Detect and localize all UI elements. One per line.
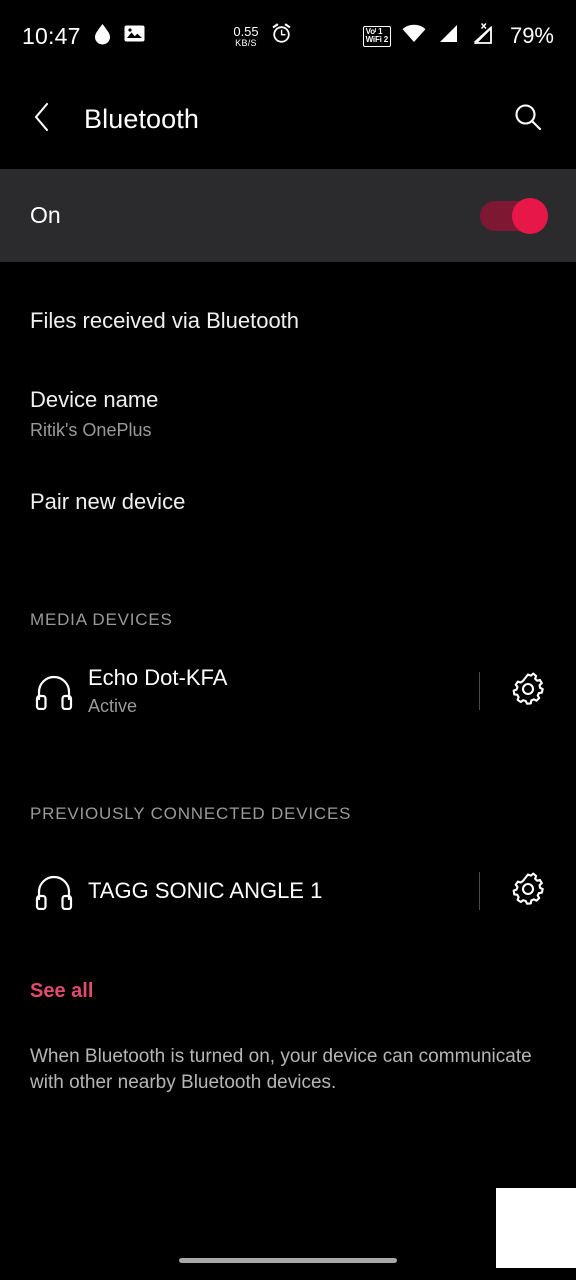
device-info: TAGG SONIC ANGLE 1: [88, 878, 479, 904]
bluetooth-footer-note: When Bluetooth is turned on, your device…: [30, 1046, 532, 1093]
section-header-previously-connected: PREVIOUSLY CONNECTED DEVICES: [30, 804, 352, 823]
device-row-tagg-sonic[interactable]: TAGG SONIC ANGLE 1: [0, 854, 576, 928]
network-speed-unit: KB/S: [235, 37, 257, 48]
cellular-no-service-icon: [470, 22, 496, 50]
back-button[interactable]: [22, 99, 62, 139]
device-name-value: Ritik's OnePlus: [30, 420, 152, 440]
device-name-text: Echo Dot-KFA: [88, 665, 228, 690]
pair-new-device-item[interactable]: Pair new device: [0, 489, 576, 515]
device-settings-button[interactable]: [506, 869, 550, 913]
search-icon: [512, 101, 544, 138]
pair-new-device-label: Pair new device: [30, 489, 186, 514]
vowifi-icon: Voᴵ 1 WiFi 2: [362, 25, 391, 47]
white-overlay-box: [496, 1188, 576, 1268]
bluetooth-toggle-label: On: [30, 202, 61, 228]
bluetooth-settings-screen: 10:47 0.55 KB/S Voᴵ 1 WiFi 2 79% Bluetoo…: [0, 0, 576, 1280]
vertical-divider: [479, 672, 480, 710]
files-received-item[interactable]: Files received via Bluetooth: [0, 308, 576, 334]
headphones-icon: [26, 872, 82, 910]
see-all-link[interactable]: See all: [0, 980, 576, 1003]
vertical-divider: [479, 872, 480, 910]
device-settings-button[interactable]: [506, 669, 550, 713]
toggle-knob: [512, 197, 548, 234]
back-chevron-icon: [32, 101, 52, 138]
device-status-text: Active: [88, 696, 138, 716]
device-name-item[interactable]: Device name Ritik's OnePlus: [0, 387, 576, 441]
network-speed-value: 0.55: [233, 23, 259, 39]
status-bar-right: 0.55 KB/S Voᴵ 1 WiFi 2 79%: [233, 22, 554, 50]
page-title: Bluetooth: [84, 103, 199, 134]
gesture-navigation-bar[interactable]: [179, 1258, 397, 1263]
wifi-icon: [402, 24, 426, 48]
section-header-media-devices: MEDIA DEVICES: [30, 610, 173, 629]
water-drop-icon: [94, 23, 111, 50]
network-speed-indicator: 0.55 KB/S: [233, 25, 258, 48]
gear-icon: [511, 672, 545, 711]
device-info: Echo Dot-KFA Active: [88, 665, 479, 717]
device-row-echo-dot[interactable]: Echo Dot-KFA Active: [0, 654, 576, 728]
status-bar-clock: 10:47: [22, 22, 81, 49]
search-button[interactable]: [506, 97, 550, 141]
status-bar: 10:47 0.55 KB/S Voᴵ 1 WiFi 2 79%: [0, 0, 576, 72]
device-name-text: TAGG SONIC ANGLE 1: [88, 878, 323, 903]
gear-icon: [511, 872, 545, 911]
headphones-icon: [26, 672, 82, 710]
alarm-clock-icon: [270, 22, 293, 50]
device-name-label: Device name: [30, 387, 159, 412]
bluetooth-toggle-switch[interactable]: [480, 197, 548, 234]
vowifi-line-2: WiFi 2: [365, 35, 388, 44]
app-bar: Bluetooth: [0, 72, 576, 166]
status-bar-left: 10:47: [22, 23, 145, 50]
photo-icon: [124, 24, 145, 48]
cellular-signal-icon: [437, 24, 459, 48]
battery-percentage: 79%: [509, 23, 554, 48]
bluetooth-master-toggle-row[interactable]: On: [0, 169, 576, 262]
files-received-label: Files received via Bluetooth: [30, 308, 300, 333]
